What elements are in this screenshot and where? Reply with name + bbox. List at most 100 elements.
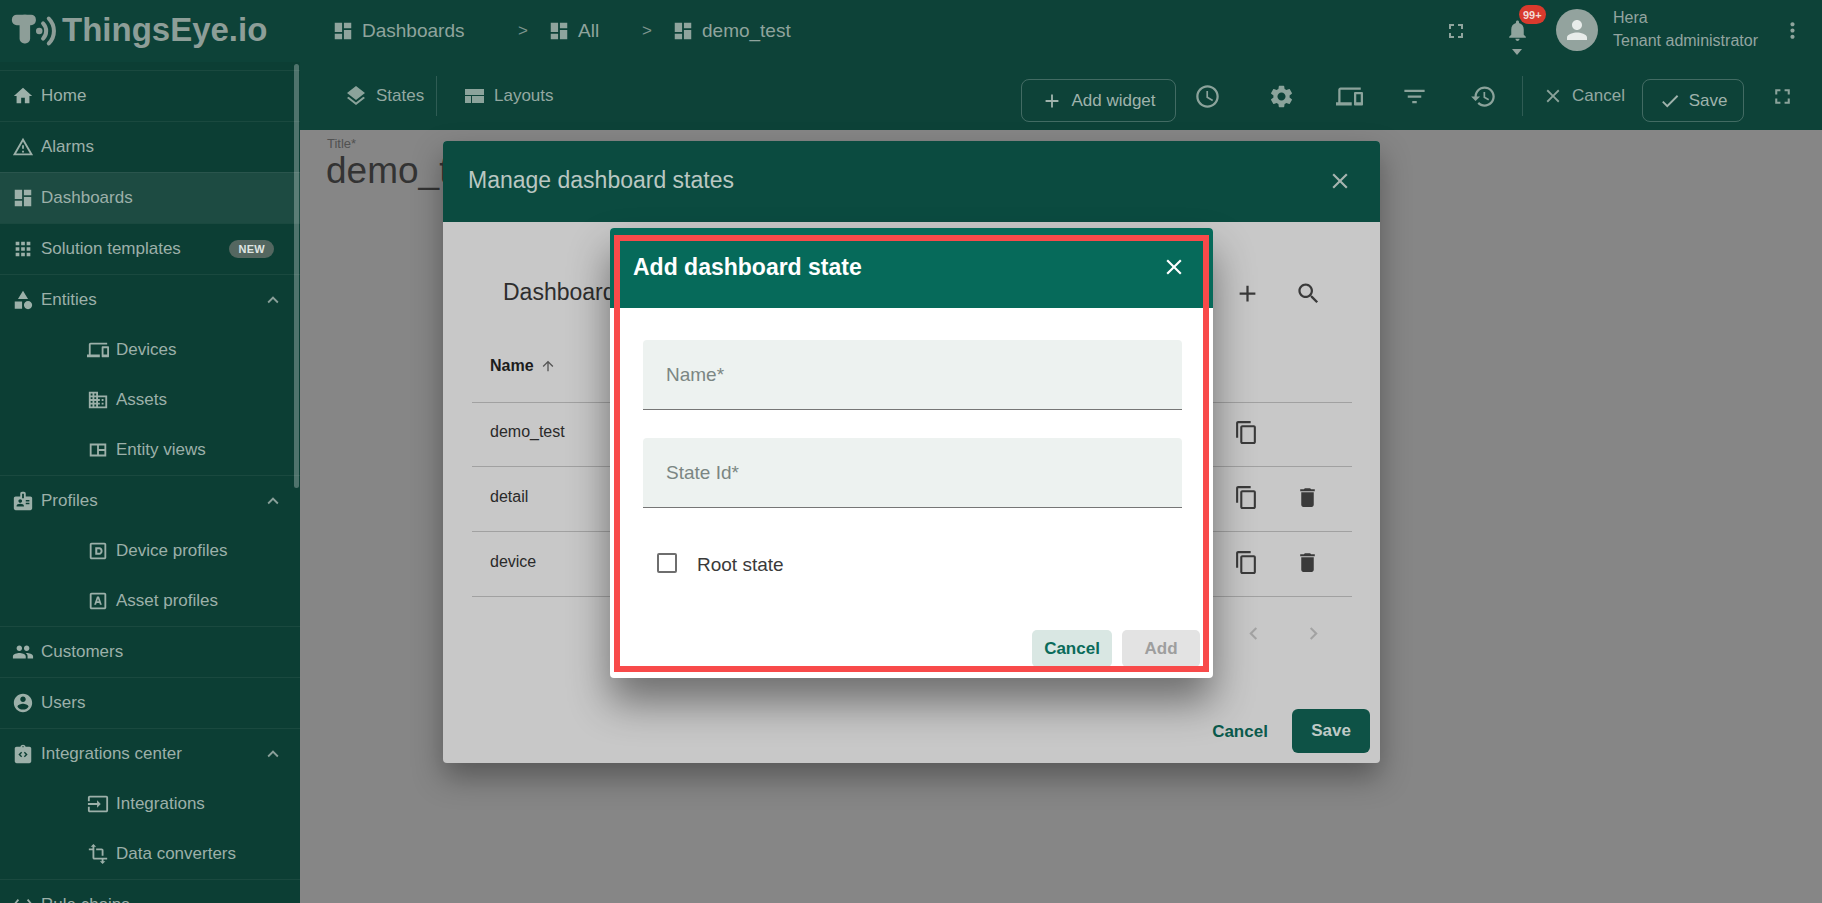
states-layers-icon [344, 84, 368, 108]
integrations-input-icon [87, 793, 109, 815]
add-state-plus-icon[interactable] [1234, 280, 1261, 307]
sidebar-item-assets[interactable]: Assets [0, 375, 300, 425]
dashboard-icon [12, 187, 34, 209]
sidebar-item-entity-views[interactable]: Entity views [0, 425, 300, 475]
breadcrumb-label: All [578, 20, 599, 42]
sidebar-item-data-converters[interactable]: Data converters [0, 829, 300, 879]
root-state-checkbox[interactable] [657, 553, 677, 573]
fullscreen-icon[interactable] [1444, 19, 1468, 43]
state-id-field[interactable]: State Id* [643, 438, 1182, 508]
apps-icon [12, 238, 34, 260]
breadcrumb-all[interactable]: All [548, 0, 599, 62]
sidebar-item-integrations-center[interactable]: Integrations center [0, 728, 300, 779]
manage-cancel-button[interactable]: Cancel [1205, 717, 1275, 747]
device-profiles-icon [87, 540, 109, 562]
breadcrumb-separator: > [642, 0, 652, 62]
profiles-badge-icon [12, 490, 34, 512]
plus-icon [1041, 90, 1063, 112]
close-icon [1542, 85, 1564, 107]
chevron-up-icon [262, 289, 284, 311]
sidebar-item-users[interactable]: Users [0, 677, 300, 728]
entity-aliases-icon[interactable] [1336, 83, 1363, 110]
save-dashboard-button[interactable]: Save [1642, 79, 1744, 122]
states-button[interactable]: States [344, 62, 424, 130]
add-widget-button[interactable]: Add widget [1021, 79, 1176, 122]
breadcrumb-demo-test[interactable]: demo_test [672, 0, 791, 62]
integrations-center-icon [12, 743, 34, 765]
sidebar-item-device-profiles[interactable]: Device profiles [0, 526, 300, 576]
toolbar-divider [1522, 76, 1523, 116]
avatar[interactable] [1556, 9, 1598, 51]
sidebar-item-entities[interactable]: Entities [0, 274, 300, 325]
sidebar-item-profiles[interactable]: Profiles [0, 475, 300, 526]
fullscreen-icon[interactable] [1770, 84, 1795, 109]
settings-gear-icon[interactable] [1268, 83, 1295, 110]
page-previous-icon[interactable] [1241, 621, 1266, 646]
home-icon [12, 85, 34, 107]
dashboard-icon [672, 20, 694, 42]
sidebar-item-home[interactable]: Home [0, 70, 300, 121]
sidebar: Home Alarms Dashboards Solution template… [0, 62, 300, 903]
sidebar-item-alarms[interactable]: Alarms [0, 121, 300, 172]
copy-icon[interactable] [1234, 420, 1259, 445]
copy-icon[interactable] [1234, 550, 1259, 575]
filters-icon[interactable] [1401, 83, 1428, 110]
close-icon[interactable] [1327, 168, 1353, 194]
add-dialog-header: Add dashboard state [610, 228, 1213, 308]
entity-views-icon [87, 439, 109, 461]
manage-dialog-title: Manage dashboard states [468, 167, 734, 194]
breadcrumb-dashboards[interactable]: Dashboards [332, 0, 464, 62]
close-icon[interactable] [1161, 254, 1187, 280]
toolbar-divider [436, 76, 437, 116]
data-converters-icon [87, 843, 109, 865]
sidebar-item-dashboards[interactable]: Dashboards [0, 172, 300, 223]
chevron-up-icon [262, 490, 284, 512]
logo-icon [8, 8, 58, 54]
manage-dialog-header: Manage dashboard states [443, 141, 1380, 222]
layouts-icon [462, 84, 486, 108]
name-field[interactable]: Name* [643, 340, 1182, 410]
sidebar-item-devices[interactable]: Devices [0, 325, 300, 375]
notifications-caret-icon [1512, 49, 1522, 55]
new-badge: NEW [229, 240, 274, 258]
sidebar-item-asset-profiles[interactable]: Asset profiles [0, 576, 300, 626]
sidebar-item-rule-chains[interactable]: Rule chains [0, 879, 300, 903]
copy-icon[interactable] [1234, 485, 1259, 510]
assets-building-icon [87, 389, 109, 411]
table-row-name: device [490, 553, 536, 571]
sidebar-item-integrations[interactable]: Integrations [0, 779, 300, 829]
dashboard-icon [548, 20, 570, 42]
time-window-clock-icon[interactable] [1194, 83, 1221, 110]
sort-ascending-icon [540, 358, 556, 374]
top-header: ThingsEye.io Dashboards > All > demo_tes… [0, 0, 1822, 62]
add-dialog-title: Add dashboard state [633, 254, 862, 281]
delete-icon[interactable] [1295, 550, 1320, 575]
users-icon [12, 692, 34, 714]
search-icon[interactable] [1295, 280, 1322, 307]
rule-chains-icon [12, 894, 34, 903]
add-dialog-cancel-button[interactable]: Cancel [1032, 630, 1112, 667]
state-id-field-placeholder: State Id* [666, 462, 739, 484]
check-icon [1659, 90, 1681, 112]
add-dashboard-state-dialog: Add dashboard state Name* State Id* Root… [610, 228, 1213, 678]
cancel-edit-button[interactable]: Cancel [1542, 62, 1625, 130]
sidebar-item-customers[interactable]: Customers [0, 626, 300, 677]
page-next-icon[interactable] [1301, 621, 1326, 646]
more-vert-icon[interactable] [1780, 18, 1805, 43]
sidebar-scrollbar[interactable] [294, 64, 299, 488]
layouts-button[interactable]: Layouts [462, 62, 554, 130]
person-icon [1562, 15, 1592, 45]
user-role: Tenant administrator [1613, 32, 1758, 50]
sidebar-item-solution-templates[interactable]: Solution templates NEW [0, 223, 300, 274]
manage-save-button[interactable]: Save [1292, 709, 1370, 753]
customers-people-icon [12, 641, 34, 663]
app-root: ThingsEye.io Dashboards > All > demo_tes… [0, 0, 1822, 903]
delete-icon[interactable] [1295, 485, 1320, 510]
add-dialog-add-button[interactable]: Add [1122, 630, 1200, 667]
logo-text[interactable]: ThingsEye.io [62, 11, 267, 49]
version-history-icon[interactable] [1470, 83, 1497, 110]
table-header-name[interactable]: Name [490, 357, 556, 375]
dashboard-toolbar: States Layouts Add widget Cancel Save [300, 62, 1822, 130]
entities-icon [12, 289, 34, 311]
breadcrumb-label: demo_test [702, 20, 791, 42]
